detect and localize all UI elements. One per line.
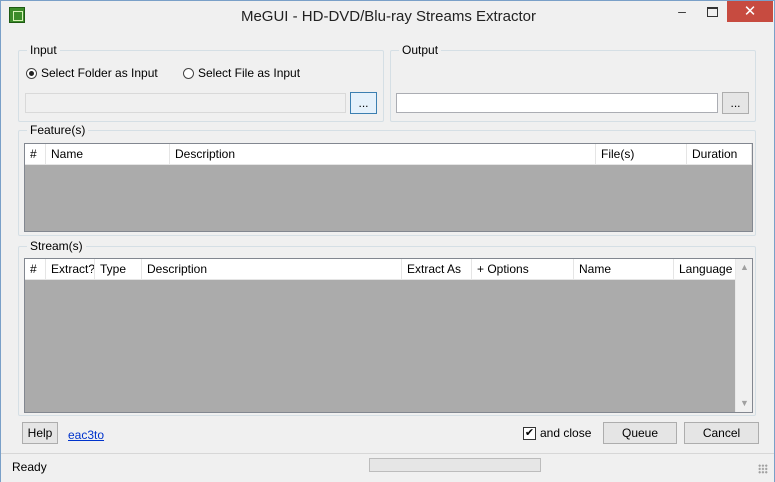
features-col-description[interactable]: Description — [170, 144, 596, 164]
radio-selected-icon — [26, 67, 37, 79]
output-browse-button[interactable]: ... — [722, 92, 749, 114]
streams-col-type[interactable]: Type — [95, 259, 142, 279]
streams-group-legend: Stream(s) — [27, 239, 86, 253]
features-group-legend: Feature(s) — [27, 123, 89, 137]
streams-group: Stream(s) # Extract? Type Description Ex… — [18, 239, 756, 416]
resize-grip-icon[interactable] — [758, 464, 768, 474]
features-list[interactable]: # Name Description File(s) Duration — [24, 143, 753, 232]
radio-unselected-icon — [183, 67, 194, 79]
streams-scrollbar[interactable]: ▲ ▼ — [735, 259, 752, 412]
features-group: Feature(s) # Name Description File(s) Du… — [18, 123, 756, 236]
checkmark-icon: ✔ — [523, 426, 536, 440]
maximize-icon — [706, 7, 718, 17]
select-folder-radio[interactable]: Select Folder as Input — [26, 66, 158, 80]
help-button[interactable]: Help — [22, 422, 58, 444]
close-button[interactable]: ✕ — [727, 1, 773, 22]
title-bar[interactable]: MeGUI - HD-DVD/Blu-ray Streams Extractor… — [1, 1, 774, 31]
output-group: Output ... — [390, 43, 756, 122]
status-text: Ready — [12, 460, 47, 474]
window-title: MeGUI - HD-DVD/Blu-ray Streams Extractor — [240, 8, 537, 25]
select-folder-label: Select Folder as Input — [41, 66, 158, 80]
output-group-legend: Output — [399, 43, 442, 57]
streams-col-description[interactable]: Description — [142, 259, 402, 279]
features-col-number[interactable]: # — [25, 144, 46, 164]
streams-col-options[interactable]: + Options — [472, 259, 574, 279]
streams-col-language[interactable]: Language — [674, 259, 736, 279]
maximize-button[interactable] — [697, 1, 727, 22]
streams-col-extract-as[interactable]: Extract As — [402, 259, 472, 279]
select-file-radio[interactable]: Select File as Input — [183, 66, 300, 80]
features-col-files[interactable]: File(s) — [596, 144, 687, 164]
and-close-label: and close — [540, 426, 592, 440]
output-path-field[interactable] — [396, 93, 718, 113]
cancel-button[interactable]: Cancel — [684, 422, 759, 444]
streams-col-number[interactable]: # — [25, 259, 46, 279]
streams-list[interactable]: # Extract? Type Description Extract As +… — [24, 258, 753, 413]
input-group: Input Select Folder as Input Select File… — [18, 43, 384, 122]
eac3to-link[interactable]: eac3to — [68, 428, 104, 442]
and-close-checkbox[interactable]: ✔ and close — [523, 426, 591, 440]
features-list-header: # Name Description File(s) Duration — [25, 144, 752, 165]
select-file-label: Select File as Input — [198, 66, 301, 80]
input-group-legend: Input — [27, 43, 60, 57]
scroll-up-arrow-icon[interactable]: ▲ — [736, 259, 753, 276]
status-bar: Ready — [1, 453, 774, 482]
queue-button[interactable]: Queue — [603, 422, 677, 444]
features-col-duration[interactable]: Duration — [687, 144, 752, 164]
streams-col-extract[interactable]: Extract? — [46, 259, 95, 279]
input-browse-button[interactable]: ... — [350, 92, 377, 114]
features-col-name[interactable]: Name — [46, 144, 170, 164]
extractor-window: MeGUI - HD-DVD/Blu-ray Streams Extractor… — [0, 0, 775, 482]
input-path-field[interactable] — [25, 93, 346, 113]
scroll-down-arrow-icon[interactable]: ▼ — [736, 395, 753, 412]
streams-list-header: # Extract? Type Description Extract As +… — [25, 259, 736, 280]
streams-col-name[interactable]: Name — [574, 259, 674, 279]
minimize-button[interactable]: – — [667, 1, 697, 22]
progress-bar — [369, 458, 541, 472]
